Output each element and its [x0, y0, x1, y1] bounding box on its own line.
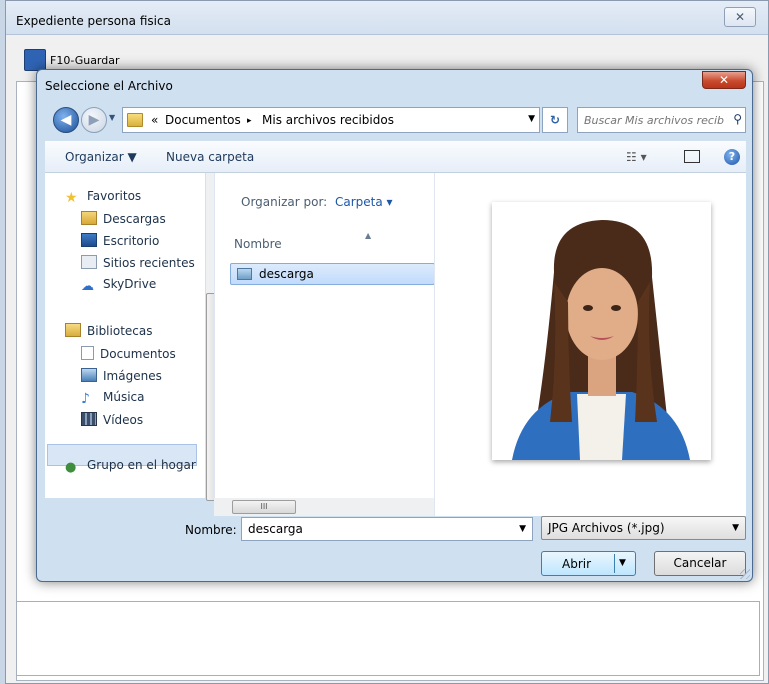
- file-type-value: JPG Archivos (*.jpg): [548, 521, 665, 535]
- cloud-icon: ☁: [81, 279, 94, 294]
- forward-button[interactable]: ▶: [81, 107, 107, 133]
- navigation-pane: ★ Favoritos Descargas Escritorio Sitios r…: [45, 173, 222, 501]
- file-list-h-scrollbar-thumb[interactable]: III: [232, 500, 296, 514]
- sidebar-item-skydrive[interactable]: ☁ SkyDrive: [81, 277, 156, 294]
- parent-toolbar: F10-Guardar: [14, 41, 758, 71]
- resize-grip[interactable]: [740, 569, 750, 579]
- refresh-button[interactable]: ↻: [542, 107, 568, 133]
- file-row-selected[interactable]: descarga: [230, 263, 435, 285]
- breadcrumb-separator[interactable]: ▸: [247, 116, 252, 126]
- command-bar: Organizar ▼ Nueva carpeta ☷ ▾ ?: [45, 141, 746, 173]
- homegroup-icon: ●: [65, 460, 77, 475]
- arrange-by-dropdown[interactable]: Carpeta ▾: [335, 195, 393, 209]
- pictures-icon: [81, 368, 97, 382]
- dialog-title: Seleccione el Archivo: [45, 79, 173, 93]
- open-button-label: Abrir: [562, 557, 592, 571]
- star-icon: ★: [65, 190, 78, 206]
- file-name: descarga: [259, 267, 314, 281]
- sidebar-item-favoritos[interactable]: ★ Favoritos: [65, 189, 141, 205]
- recent-places-icon: [81, 255, 97, 269]
- sidebar-item-imagenes[interactable]: Imágenes: [81, 368, 162, 383]
- sidebar-item-escritorio[interactable]: Escritorio: [81, 233, 159, 248]
- libraries-icon: [65, 323, 81, 337]
- sort-ascending-icon: ▲: [365, 231, 372, 240]
- help-icon[interactable]: ?: [724, 149, 740, 165]
- image-preview: [492, 202, 711, 460]
- music-icon: ♪: [81, 391, 90, 407]
- dialog-close-button[interactable]: ✕: [702, 71, 746, 89]
- file-open-dialog: Seleccione el Archivo ✕ ◀ ▶ ▼ « Document…: [36, 69, 753, 582]
- file-name-combobox[interactable]: ▼: [241, 517, 533, 541]
- recent-locations-dropdown[interactable]: ▼: [109, 113, 115, 122]
- sidebar-item-bibliotecas[interactable]: Bibliotecas: [65, 323, 152, 338]
- address-bar[interactable]: « Documentos ▸ Mis archivos recibidos ▼: [122, 107, 540, 133]
- breadcrumb-mis-archivos-recibidos[interactable]: Mis archivos recibidos: [262, 113, 394, 127]
- column-header-name[interactable]: Nombre: [234, 237, 282, 251]
- documents-icon: [81, 346, 94, 360]
- parent-window-title: Expediente persona fisica: [16, 14, 171, 28]
- sidebar-item-musica[interactable]: ♪ Música: [81, 390, 145, 406]
- search-icon[interactable]: ⚲: [733, 112, 742, 126]
- sidebar-item-descargas[interactable]: Descargas: [81, 211, 166, 226]
- parent-title-bar: Expediente persona fisica ✕: [6, 1, 768, 35]
- save-label[interactable]: F10-Guardar: [50, 54, 120, 67]
- dialog-footer: Nombre: ▼ JPG Archivos (*.jpg) ▼ Abrir ▼…: [45, 516, 746, 576]
- breadcrumb-overflow[interactable]: «: [151, 113, 158, 127]
- search-input[interactable]: [584, 112, 724, 128]
- navigation-bar: ◀ ▶ ▼ « Documentos ▸ Mis archivos recibi…: [45, 103, 746, 133]
- file-type-dropdown-icon[interactable]: ▼: [732, 523, 739, 533]
- portrait-photo: [492, 202, 711, 460]
- organize-menu[interactable]: Organizar ▼: [65, 150, 137, 164]
- parent-bottom-panel: [16, 601, 760, 676]
- open-button-separator: [614, 554, 615, 573]
- open-button[interactable]: Abrir ▼: [541, 551, 636, 576]
- downloads-icon: [81, 211, 97, 225]
- arrange-by-label: Organizar por:: [241, 195, 328, 209]
- search-box[interactable]: ⚲: [577, 107, 746, 133]
- breadcrumb-documentos[interactable]: Documentos: [165, 113, 241, 127]
- preview-pane-icon[interactable]: [684, 150, 700, 163]
- open-options-dropdown-icon[interactable]: ▼: [619, 558, 626, 568]
- file-name-input[interactable]: [248, 522, 498, 536]
- image-file-icon: [237, 268, 252, 280]
- file-type-select[interactable]: JPG Archivos (*.jpg) ▼: [541, 516, 746, 540]
- videos-icon: [81, 412, 97, 426]
- change-view-icon[interactable]: ☷ ▾: [626, 150, 647, 164]
- sidebar-item-documentos[interactable]: Documentos: [81, 346, 176, 361]
- preview-pane: [434, 173, 746, 516]
- desktop-icon: [81, 233, 97, 247]
- sidebar-item-videos[interactable]: Vídeos: [81, 412, 143, 427]
- file-list-pane: Organizar por: Carpeta ▾ Nombre ▲ descar…: [214, 173, 435, 498]
- folder-icon: [127, 113, 143, 127]
- file-name-label: Nombre:: [185, 523, 237, 537]
- address-dropdown-icon[interactable]: ▼: [528, 114, 535, 124]
- cancel-button[interactable]: Cancelar: [654, 551, 746, 576]
- file-name-dropdown-icon[interactable]: ▼: [519, 524, 526, 534]
- save-icon[interactable]: [24, 49, 46, 71]
- new-folder-button[interactable]: Nueva carpeta: [166, 150, 254, 164]
- sidebar-item-sitios-recientes[interactable]: Sitios recientes: [81, 255, 195, 270]
- parent-close-button[interactable]: ✕: [724, 7, 756, 27]
- sidebar-item-grupo-en-el-hogar[interactable]: ● Grupo en el hogar: [65, 458, 196, 475]
- back-button[interactable]: ◀: [53, 107, 79, 133]
